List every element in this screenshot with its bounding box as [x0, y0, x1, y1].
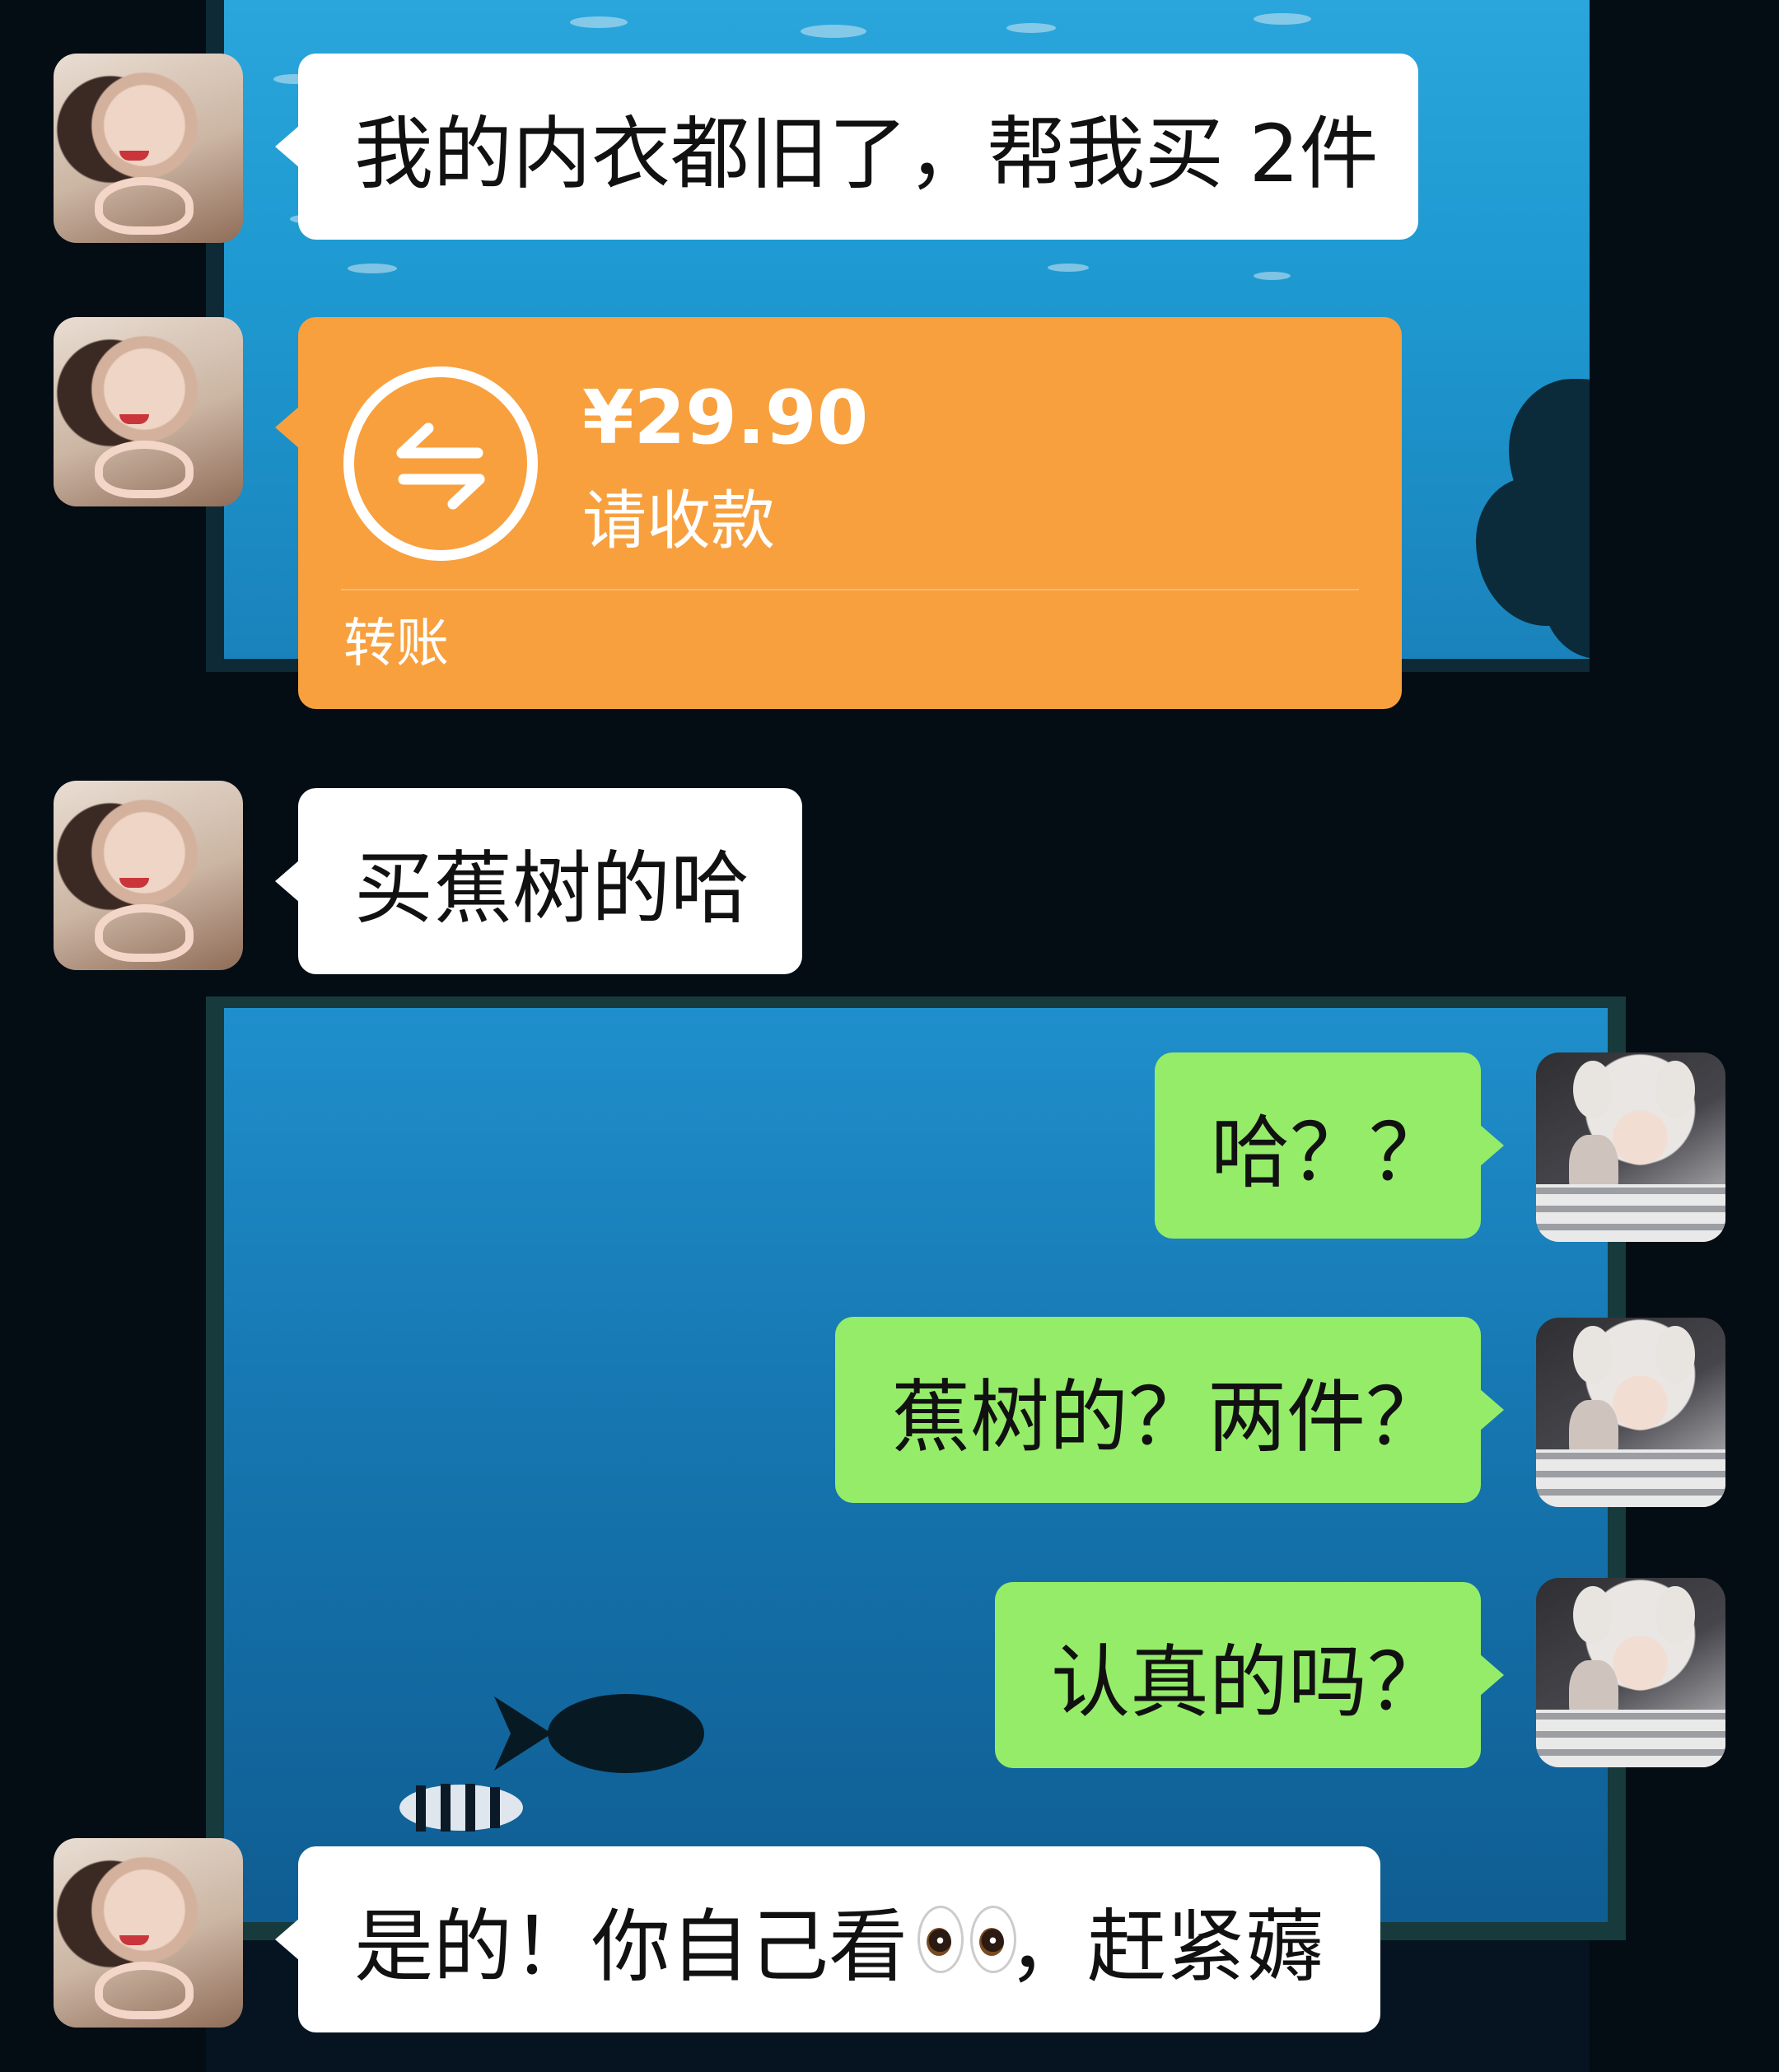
divider — [341, 589, 1359, 590]
contact-avatar[interactable] — [54, 317, 243, 506]
eyes-emoji-icon — [911, 1902, 1016, 1976]
message-bubble-incoming[interactable]: 是的！你自己看 ，赶紧薅 — [275, 1846, 1380, 2032]
transfer-label: 转账 — [343, 614, 449, 674]
my-avatar[interactable] — [1536, 1318, 1725, 1507]
chat-screen: 我的内衣都旧了，帮我买 2件 ¥29.90 请收款 转账 买蕉树的哈 哈？？ 蕉… — [0, 0, 1779, 2072]
message-text: 蕉树的？两件？ — [891, 1370, 1445, 1463]
transfer-status: 请收款 — [582, 484, 776, 558]
message-bubble-outgoing[interactable]: 认真的吗？ — [995, 1582, 1504, 1768]
contact-avatar[interactable] — [54, 781, 243, 970]
message-text: 认真的吗？ — [1051, 1636, 1446, 1729]
transfer-card[interactable]: ¥29.90 请收款 转账 — [275, 317, 1402, 709]
message-bubble-incoming[interactable]: 买蕉树的哈 — [275, 788, 802, 974]
message-text: 买蕉树的哈 — [354, 842, 749, 935]
window-frame-left — [0, 0, 206, 2072]
message-text: ，赶紧薅 — [1008, 1900, 1324, 1993]
message-text: 哈？？ — [1211, 1106, 1448, 1199]
contact-avatar[interactable] — [54, 1838, 243, 2028]
contact-avatar[interactable] — [54, 54, 243, 243]
my-avatar[interactable] — [1536, 1052, 1725, 1242]
fish-silhouette — [494, 1694, 704, 1773]
my-avatar[interactable] — [1536, 1578, 1725, 1767]
transfer-amount: ¥29.90 — [582, 375, 869, 461]
striped-fish — [399, 1784, 523, 1832]
message-text: 是的！你自己看 — [354, 1900, 908, 1993]
transfer-arrows-icon — [343, 366, 538, 561]
message-bubble-outgoing[interactable]: 蕉树的？两件？ — [835, 1317, 1504, 1503]
window-frame-horizontal — [0, 672, 1779, 996]
message-bubble-outgoing[interactable]: 哈？？ — [1155, 1052, 1504, 1239]
message-bubble-incoming[interactable]: 我的内衣都旧了，帮我买 2件 — [275, 54, 1418, 240]
message-text: 我的内衣都旧了，帮我买 2件 — [354, 107, 1379, 200]
